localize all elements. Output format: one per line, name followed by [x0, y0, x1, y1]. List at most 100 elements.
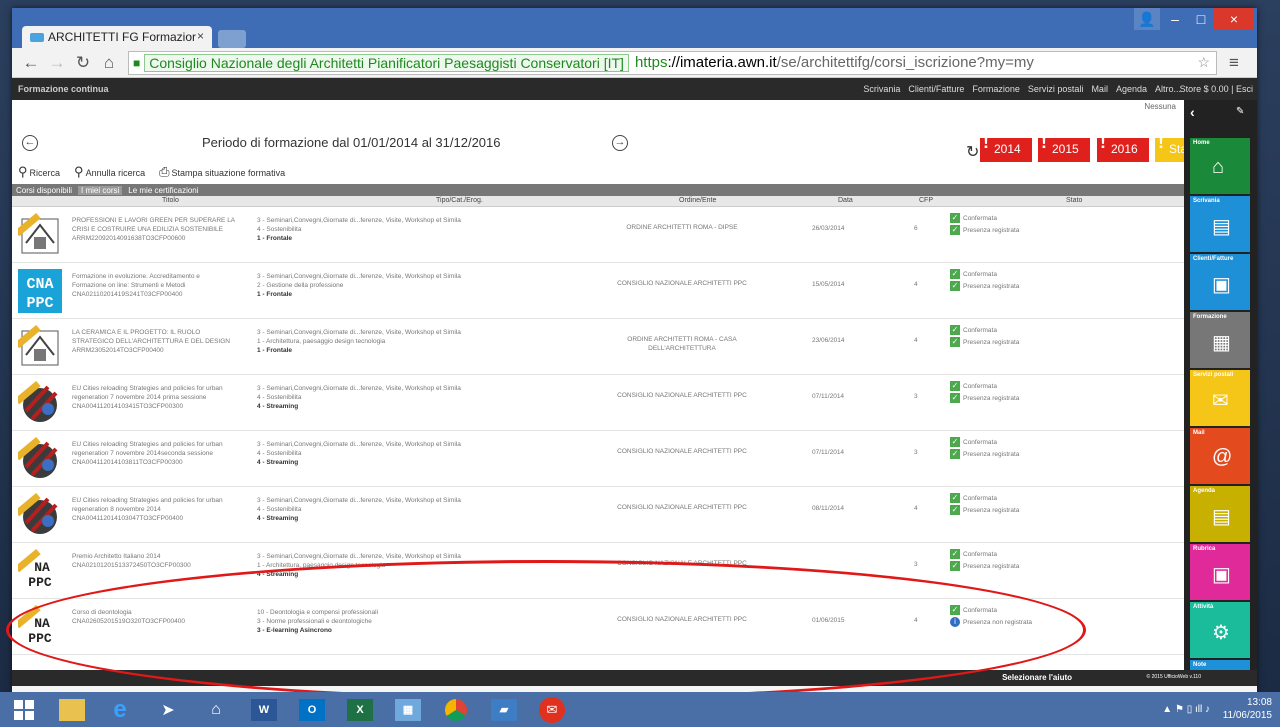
- home-icon[interactable]: ⌂: [98, 53, 120, 73]
- help-label[interactable]: Selezionare l'aiuto: [1002, 673, 1072, 682]
- address-field[interactable]: ■ Consiglio Nazionale degli Architetti P…: [128, 50, 1217, 75]
- col-ente[interactable]: Ordine/Ente: [679, 197, 716, 204]
- course-title[interactable]: EU Cities reloading Strategies and polic…: [72, 384, 252, 411]
- word-icon[interactable]: W: [240, 692, 288, 727]
- col-data[interactable]: Data: [838, 197, 853, 204]
- forward-icon[interactable]: →: [46, 53, 68, 73]
- menu-item[interactable]: Altro...: [1155, 84, 1181, 94]
- course-cfp: 3: [914, 561, 918, 568]
- year-label: 2016: [1111, 142, 1138, 156]
- taskbar: e ➤ ⌂ W O X ▦ ▰ ✉ ▲ ⚑ ▯ ıll ♪ 13:08 11/0…: [0, 692, 1280, 727]
- back-arrow-icon[interactable]: ‹: [1190, 104, 1195, 120]
- course-title[interactable]: Corso di deontologia CNA02605201519O320TO…: [72, 608, 252, 626]
- outlook-icon[interactable]: O: [288, 692, 336, 727]
- sidebar-tile-0[interactable]: Home ⌂: [1190, 138, 1250, 194]
- sidebar-tile-4[interactable]: Servizi postali ✉: [1190, 370, 1250, 426]
- print-button[interactable]: ⎙ Stampa situazione formativa: [159, 164, 285, 180]
- clock[interactable]: 13:08 11/06/2015: [1223, 696, 1272, 722]
- menu-item[interactable]: Clienti/Fatture: [908, 84, 964, 94]
- col-tipo[interactable]: Tipo/Cat./Erog.: [436, 197, 483, 204]
- excel-icon[interactable]: X: [336, 692, 384, 727]
- user-icon[interactable]: 👤: [1134, 8, 1160, 30]
- year-filter-1[interactable]: ! 2015: [1038, 132, 1090, 162]
- agenda-icon: ▤: [1212, 506, 1231, 528]
- course-title[interactable]: LA CERAMICA E IL PROGETTO: IL RUOLO STRAT…: [72, 328, 252, 355]
- maximize-button[interactable]: □: [1188, 8, 1214, 30]
- internet-explorer-icon[interactable]: e: [96, 692, 144, 727]
- chrome-icon[interactable]: [432, 692, 480, 727]
- year-label: 2014: [994, 142, 1021, 156]
- course-title-line: EU Cities reloading Strategies and polic…: [72, 385, 223, 392]
- course-type-line: 3 - Norme professionali e deontologiche: [257, 618, 372, 625]
- table-row[interactable]: EU Cities reloading Strategies and polic…: [12, 487, 1184, 543]
- app-arrow-icon[interactable]: ➤: [144, 692, 192, 727]
- course-cfp: 3: [914, 393, 918, 400]
- year-filter-3[interactable]: !Status: [1155, 132, 1203, 162]
- sidebar-tile-8[interactable]: Attività ⚙: [1190, 602, 1250, 658]
- course-title[interactable]: EU Cities reloading Strategies and polic…: [72, 496, 252, 523]
- search-label: Ricerca: [29, 168, 61, 178]
- course-type-line: 3 - Seminari,Convegni,Giornate di...fere…: [257, 217, 461, 224]
- table-row[interactable]: EU Cities reloading Strategies and polic…: [12, 375, 1184, 431]
- system-tray[interactable]: ▲ ⚑ ▯ ıll ♪: [1162, 704, 1210, 715]
- menu-item[interactable]: Formazione: [972, 84, 1020, 94]
- new-tab-button[interactable]: [218, 30, 246, 48]
- file-explorer-icon[interactable]: [48, 692, 96, 727]
- mail-app-icon[interactable]: ✉: [528, 692, 576, 727]
- table-row[interactable]: EU Cities reloading Strategies and polic…: [12, 431, 1184, 487]
- sidebar-tile-5[interactable]: Mail @: [1190, 428, 1250, 484]
- sidebar-tile-7[interactable]: Rubrica ▣: [1190, 544, 1250, 600]
- next-period-icon[interactable]: →: [612, 135, 628, 151]
- course-date: 23/06/2014: [812, 337, 845, 344]
- year-filter-2[interactable]: ! 2016: [1097, 132, 1149, 162]
- sidebar-tile-2[interactable]: Clienti/Fatture ▣: [1190, 254, 1250, 310]
- refresh-icon[interactable]: ↻: [966, 142, 979, 162]
- course-title[interactable]: Premio Architetto Italiano 2014 CNA021012…: [72, 552, 252, 570]
- search-button[interactable]: ⚲ Ricerca: [18, 164, 60, 180]
- info-icon: i: [950, 617, 960, 627]
- course-title[interactable]: PROFESSIONI E LAVORI GREEN PER SUPERARE …: [72, 216, 252, 243]
- start-icon[interactable]: [0, 692, 48, 727]
- menu-icon[interactable]: ≡: [1223, 53, 1245, 73]
- menu-item[interactable]: Mail: [1091, 84, 1108, 94]
- year-filter-0[interactable]: ! 2014: [980, 132, 1032, 162]
- menu-item[interactable]: Scrivania: [863, 84, 900, 94]
- prev-period-icon[interactable]: ←: [22, 135, 38, 151]
- browser-tab[interactable]: ARCHITETTI FG Formazior ×: [22, 26, 212, 50]
- check-icon: ✓: [950, 337, 960, 347]
- table-row[interactable]: NA PPC Corso di deontologia CNA02605201519O…: [12, 599, 1184, 655]
- col-titolo[interactable]: Titolo: [162, 197, 179, 204]
- menu-item[interactable]: Servizi postali: [1028, 84, 1084, 94]
- tab-my-courses[interactable]: I miei corsi: [78, 185, 123, 195]
- app-grid-icon[interactable]: ▦: [384, 692, 432, 727]
- menu-item[interactable]: Agenda: [1116, 84, 1147, 94]
- eu-logo: [14, 380, 62, 425]
- course-title[interactable]: EU Cities reloading Strategies and polic…: [72, 440, 252, 467]
- reload-icon[interactable]: ↻: [72, 53, 94, 73]
- table-row[interactable]: PROFESSIONI E LAVORI GREEN PER SUPERARE …: [12, 207, 1184, 263]
- bookmark-star-icon[interactable]: ☆: [1197, 54, 1210, 71]
- store-balance[interactable]: Store $ 0.00 | Esci: [1180, 84, 1253, 94]
- sidebar-tile-6[interactable]: Agenda ▤: [1190, 486, 1250, 542]
- course-type-line: 3 - Seminari,Convegni,Giornate di...fere…: [257, 441, 461, 448]
- minimize-button[interactable]: –: [1162, 8, 1188, 30]
- tab-available-courses[interactable]: Corsi disponibili: [16, 186, 72, 195]
- alert-icon: !: [1100, 132, 1106, 152]
- back-icon[interactable]: ←: [20, 53, 42, 73]
- table-row[interactable]: CNA PPC Formazione in evoluzione. Accredit…: [12, 263, 1184, 319]
- sidebar-tile-1[interactable]: Scrivania ▤: [1190, 196, 1250, 252]
- sidebar-tile-label: Rubrica: [1193, 546, 1216, 552]
- col-cfp[interactable]: CFP: [919, 197, 933, 204]
- table-row[interactable]: NA PPC Premio Architetto Italiano 2014 CNA0…: [12, 543, 1184, 599]
- table-row[interactable]: LA CERAMICA E IL PROGETTO: IL RUOLO STRAT…: [12, 319, 1184, 375]
- course-title[interactable]: Formazione in evoluzione. Accreditamento…: [72, 272, 252, 299]
- tab-my-certifications[interactable]: Le mie certificazioni: [128, 186, 198, 195]
- home-app-icon[interactable]: ⌂: [192, 692, 240, 727]
- app-blue-icon[interactable]: ▰: [480, 692, 528, 727]
- pin-icon[interactable]: ✎: [1236, 106, 1244, 117]
- sidebar-tile-3[interactable]: Formazione ▦: [1190, 312, 1250, 368]
- tab-close-icon[interactable]: ×: [197, 29, 204, 43]
- cancel-search-button[interactable]: ⚲ Annulla ricerca: [74, 164, 145, 180]
- close-window-button[interactable]: ×: [1214, 8, 1254, 30]
- col-stato[interactable]: Stato: [1066, 197, 1082, 204]
